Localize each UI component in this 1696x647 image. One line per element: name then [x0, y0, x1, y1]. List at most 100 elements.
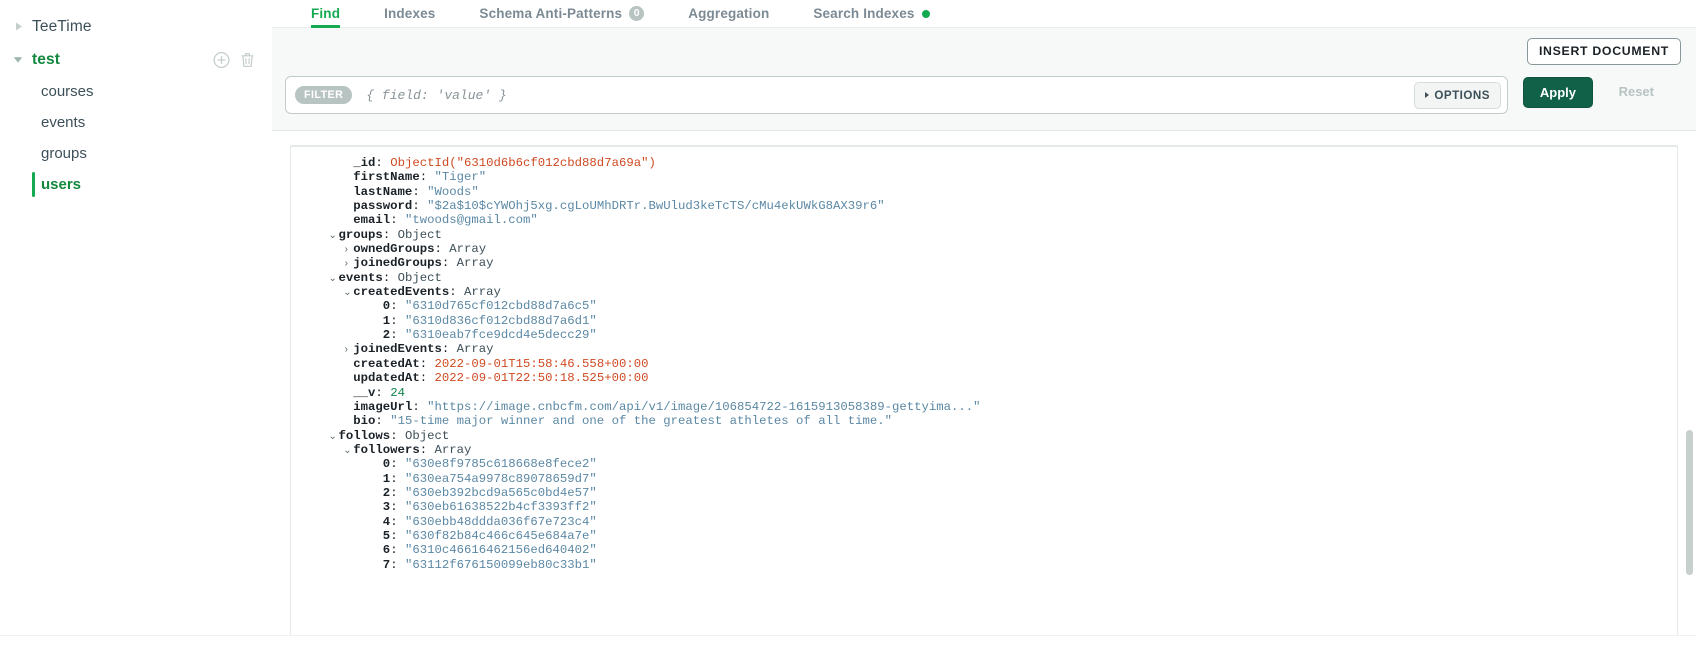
document-field-value: "6310d836cf012cbd88d7a6d1"	[404, 313, 597, 328]
document-field-key: createdEvents	[353, 285, 450, 300]
document-field-key: firstName	[353, 170, 420, 185]
document-field-value: 2022-09-01T15:58:46.558+00:00	[434, 356, 649, 371]
document-field-value: Array	[456, 256, 494, 271]
document-field-value: "630ebb48ddda036f67e723c4"	[404, 514, 597, 529]
key-value-separator: :	[382, 227, 398, 242]
key-value-separator: :	[412, 199, 428, 214]
filter-input[interactable]	[364, 86, 1415, 104]
key-value-separator: :	[375, 414, 391, 429]
key-value-separator: :	[375, 385, 391, 400]
sidebar-collection-groups[interactable]: groups	[0, 138, 272, 169]
document-field-value: "630eb61638522b4cf3393ff2"	[404, 500, 597, 515]
sidebar-collection-users[interactable]: users	[0, 169, 272, 200]
key-value-separator: :	[441, 342, 457, 357]
tab-aggregation[interactable]: Aggregation	[666, 0, 791, 27]
document-field-row: 1: "6310d836cf012cbd88d7a6d1"	[299, 314, 1677, 328]
insert-document-button[interactable]: INSERT DOCUMENT	[1526, 38, 1681, 65]
document-field-key: follows	[338, 428, 391, 443]
plus-circle-icon[interactable]	[213, 51, 230, 68]
sidebar-collection-courses[interactable]: courses	[0, 76, 272, 107]
options-button[interactable]: OPTIONS	[1414, 81, 1501, 109]
key-value-separator: :	[390, 428, 405, 443]
key-value-separator: :	[382, 270, 398, 285]
document-field-value: Object	[404, 428, 450, 443]
tab-bar: Find Indexes Schema Anti-Patterns 0 Aggr…	[272, 0, 1696, 28]
document-field-value: 24	[390, 385, 405, 400]
document-card: _id: ObjectId("6310d6b6cf012cbd88d7a69a"…	[290, 145, 1678, 647]
tab-label: Aggregation	[688, 6, 770, 21]
document-field-key: updatedAt	[353, 371, 420, 386]
sidebar-database-label: TeeTime	[32, 17, 92, 35]
sidebar-database-actions	[213, 51, 256, 68]
document-field-key: bio	[353, 414, 376, 429]
document-field-row: › joinedEvents: Array	[299, 342, 1677, 356]
document-field-row: 7: "63112f676150099eb80c33b1"	[299, 558, 1677, 572]
tab-search-indexes[interactable]: Search Indexes	[791, 0, 951, 27]
chevron-right-icon[interactable]	[10, 19, 26, 35]
document-field-value: 2022-09-01T22:50:18.525+00:00	[434, 371, 649, 386]
key-value-separator: :	[449, 285, 464, 300]
document-field-row: › joinedGroups: Array	[299, 256, 1677, 270]
key-value-separator: :	[390, 457, 405, 472]
document-field-row: bio: "15-time major winner and one of th…	[299, 414, 1677, 428]
document-field-row: _id: ObjectId("6310d6b6cf012cbd88d7a69a"…	[299, 156, 1677, 170]
key-value-separator: :	[390, 471, 405, 486]
filter-bar: FILTER OPTIONS	[285, 76, 1508, 114]
key-value-separator: :	[390, 514, 405, 529]
document-field-value: "6310c46616462156ed640402"	[404, 543, 597, 558]
document-field-row: 2: "630eb392bcd9a565c0bd4e57"	[299, 486, 1677, 500]
document-field-value: "6310d765cf012cbd88d7a6c5"	[404, 299, 597, 314]
key-value-separator: :	[412, 399, 428, 414]
sidebar-database-teetime[interactable]: TeeTime	[0, 10, 272, 43]
document-field-value: "$2a$10$cYWOhj5xg.cgLoUMhDRTr.BwUlud3keT…	[427, 199, 885, 214]
document-field-row: 1: "630ea754a9978c89078659d7"	[299, 472, 1677, 486]
document-list-area: _id: ObjectId("6310d6b6cf012cbd88d7a69a"…	[272, 145, 1696, 647]
main-panel: Find Indexes Schema Anti-Patterns 0 Aggr…	[272, 0, 1696, 647]
document-field-row: firstName: "Tiger"	[299, 170, 1677, 184]
tab-label: Indexes	[384, 6, 436, 21]
document-field-row: 0: "6310d765cf012cbd88d7a6c5"	[299, 299, 1677, 313]
key-value-separator: :	[375, 156, 391, 170]
query-toolbar: INSERT DOCUMENT FILTER OPTIONS Apply Res…	[272, 28, 1696, 131]
document-field-row: 0: "630e8f9785c618668e8fece2"	[299, 457, 1677, 471]
document-field-value: "6310eab7fce9dcd4e5decc29"	[404, 328, 597, 343]
document-field-value: Array	[449, 242, 487, 257]
sidebar-database-test[interactable]: test	[0, 43, 272, 76]
triangle-right-icon	[1425, 92, 1430, 98]
tab-schema-anti-patterns[interactable]: Schema Anti-Patterns 0	[457, 0, 666, 27]
document-field-key: password	[353, 199, 413, 214]
document-field-key: email	[353, 213, 391, 228]
document-field-key: events	[338, 270, 383, 285]
apply-button[interactable]: Apply	[1522, 77, 1593, 108]
document-field-value: "Woods"	[427, 184, 479, 199]
tab-indexes[interactable]: Indexes	[362, 0, 457, 27]
document-field-row: updatedAt: 2022-09-01T22:50:18.525+00:00	[299, 371, 1677, 385]
document-field-value: "Tiger"	[434, 170, 487, 185]
trash-icon[interactable]	[239, 51, 256, 68]
document-field-row: __v: 24	[299, 386, 1677, 400]
document-json[interactable]: _id: ObjectId("6310d6b6cf012cbd88d7a69a"…	[291, 156, 1677, 572]
document-field-row: 5: "630f82b84c466c645e684a7e"	[299, 529, 1677, 543]
document-field-row: ⌄ followers: Array	[299, 443, 1677, 457]
document-field-key: joinedEvents	[353, 342, 442, 357]
key-value-separator: :	[441, 256, 457, 271]
filter-pill-label[interactable]: FILTER	[295, 85, 353, 105]
reset-button: Reset	[1605, 77, 1668, 106]
key-value-separator: :	[412, 184, 428, 199]
document-field-key: joinedGroups	[353, 256, 442, 271]
chevron-down-icon[interactable]	[10, 52, 26, 68]
document-field-row: imageUrl: "https://image.cnbcfm.com/api/…	[299, 400, 1677, 414]
filter-row: FILTER OPTIONS Apply Reset	[285, 76, 1654, 114]
document-field-key: ownedGroups	[353, 242, 435, 257]
toolbar-top-row: INSERT DOCUMENT	[285, 36, 1683, 67]
options-label: OPTIONS	[1434, 88, 1490, 102]
sidebar-collection-events[interactable]: events	[0, 107, 272, 138]
document-field-value: "15-time major winner and one of the gre…	[390, 414, 892, 429]
document-field-value: Array	[434, 442, 472, 457]
document-field-row: 3: "630eb61638522b4cf3393ff2"	[299, 500, 1677, 514]
vertical-scrollbar[interactable]	[1686, 430, 1693, 575]
document-field-value: "630f82b84c466c645e684a7e"	[404, 528, 597, 543]
tab-label: Schema Anti-Patterns	[479, 6, 623, 21]
document-field-value: "https://image.cnbcfm.com/api/v1/image/1…	[427, 399, 981, 414]
tab-find[interactable]: Find	[289, 0, 362, 28]
